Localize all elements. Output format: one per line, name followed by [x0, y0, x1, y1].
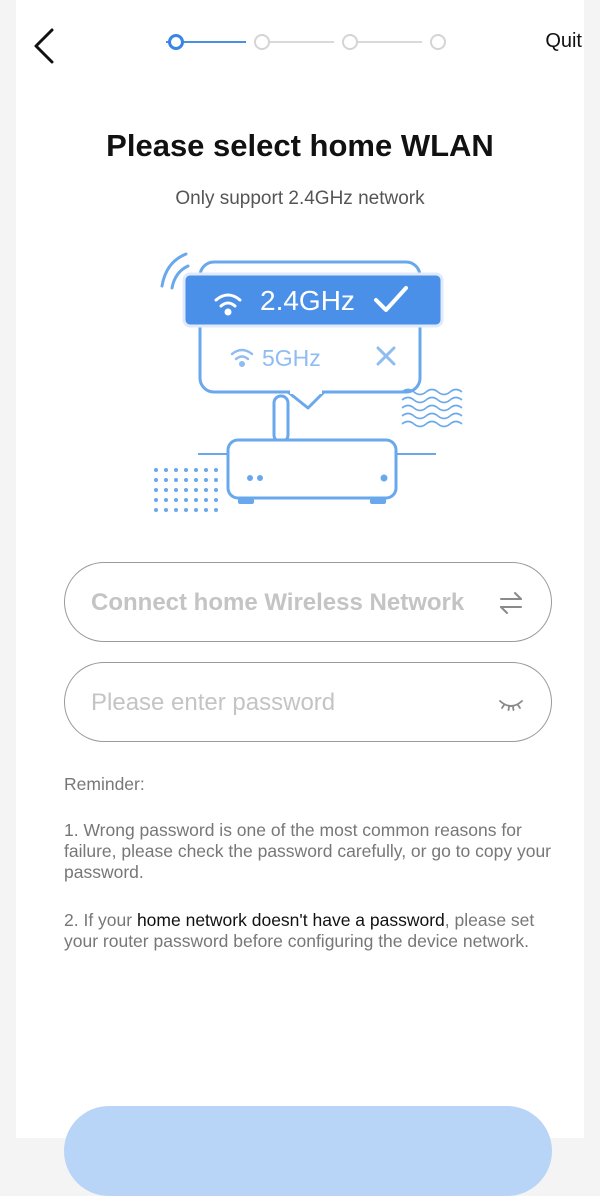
- switch-arrows-icon[interactable]: [497, 589, 525, 617]
- band-supported-label: 2.4GHz: [260, 285, 355, 316]
- reminder-item-2-highlight: home network doesn't have a password: [136, 910, 445, 930]
- reminder-item-2: 2. If your home network doesn't have a p…: [64, 910, 564, 952]
- quit-button[interactable]: Quit: [545, 30, 582, 53]
- step-connector-3: [350, 41, 422, 43]
- reminder-item-1: 1. Wrong password is one of the most com…: [64, 820, 552, 882]
- page-title: Please select home WLAN: [106, 128, 494, 163]
- band-unsupported-label: 5GHz: [262, 345, 321, 371]
- network-select-value: Connect home Wireless Network: [91, 589, 465, 616]
- next-button[interactable]: [64, 1106, 552, 1196]
- page-subtitle: Only support 2.4GHz network: [175, 188, 425, 209]
- eye-closed-icon[interactable]: [497, 689, 525, 717]
- step-dot-4: [430, 34, 446, 50]
- wavy-lines-decoration: [401, 388, 463, 428]
- step-dot-3: [342, 34, 358, 50]
- password-field[interactable]: [64, 662, 552, 743]
- chevron-left-icon: [34, 28, 54, 64]
- reminder-heading: Reminder:: [64, 774, 145, 794]
- network-select-field[interactable]: Connect home Wireless Network: [64, 562, 552, 642]
- back-button[interactable]: [30, 26, 60, 66]
- dot-grid-decoration: [154, 468, 218, 512]
- step-connector-2: [262, 41, 334, 43]
- step-dot-2: [254, 34, 270, 50]
- password-input[interactable]: [91, 663, 471, 743]
- reminder-item-2-prefix: 2. If your: [64, 910, 137, 930]
- progress-stepper: [150, 30, 450, 54]
- step-dot-1: [168, 34, 184, 50]
- router-illustration: 2.4GHz 5GHz: [154, 252, 463, 512]
